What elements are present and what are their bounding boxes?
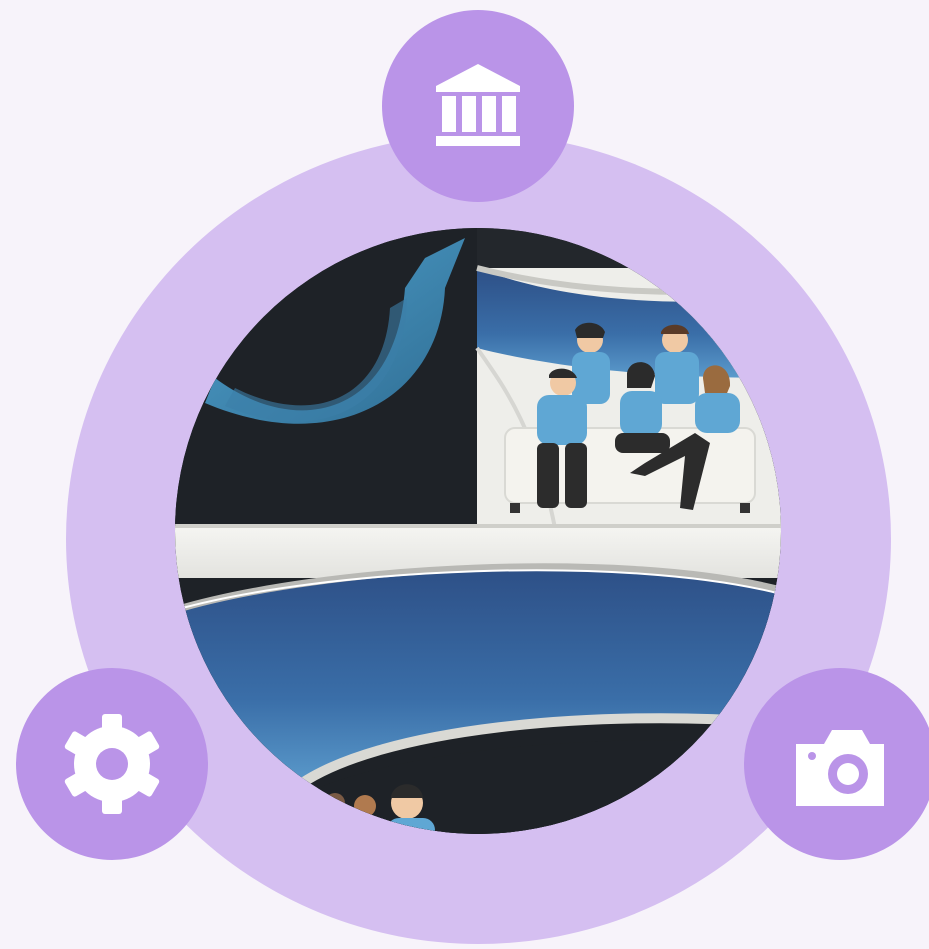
gear-icon xyxy=(64,714,160,814)
settings-node[interactable] xyxy=(16,668,208,860)
bank-icon xyxy=(436,64,520,146)
bank-node[interactable] xyxy=(382,10,574,202)
hub-photo xyxy=(175,228,781,834)
camera-icon xyxy=(796,730,884,806)
radial-diagram xyxy=(0,0,929,949)
camera-node[interactable] xyxy=(744,668,929,860)
studio-illustration xyxy=(175,228,781,834)
